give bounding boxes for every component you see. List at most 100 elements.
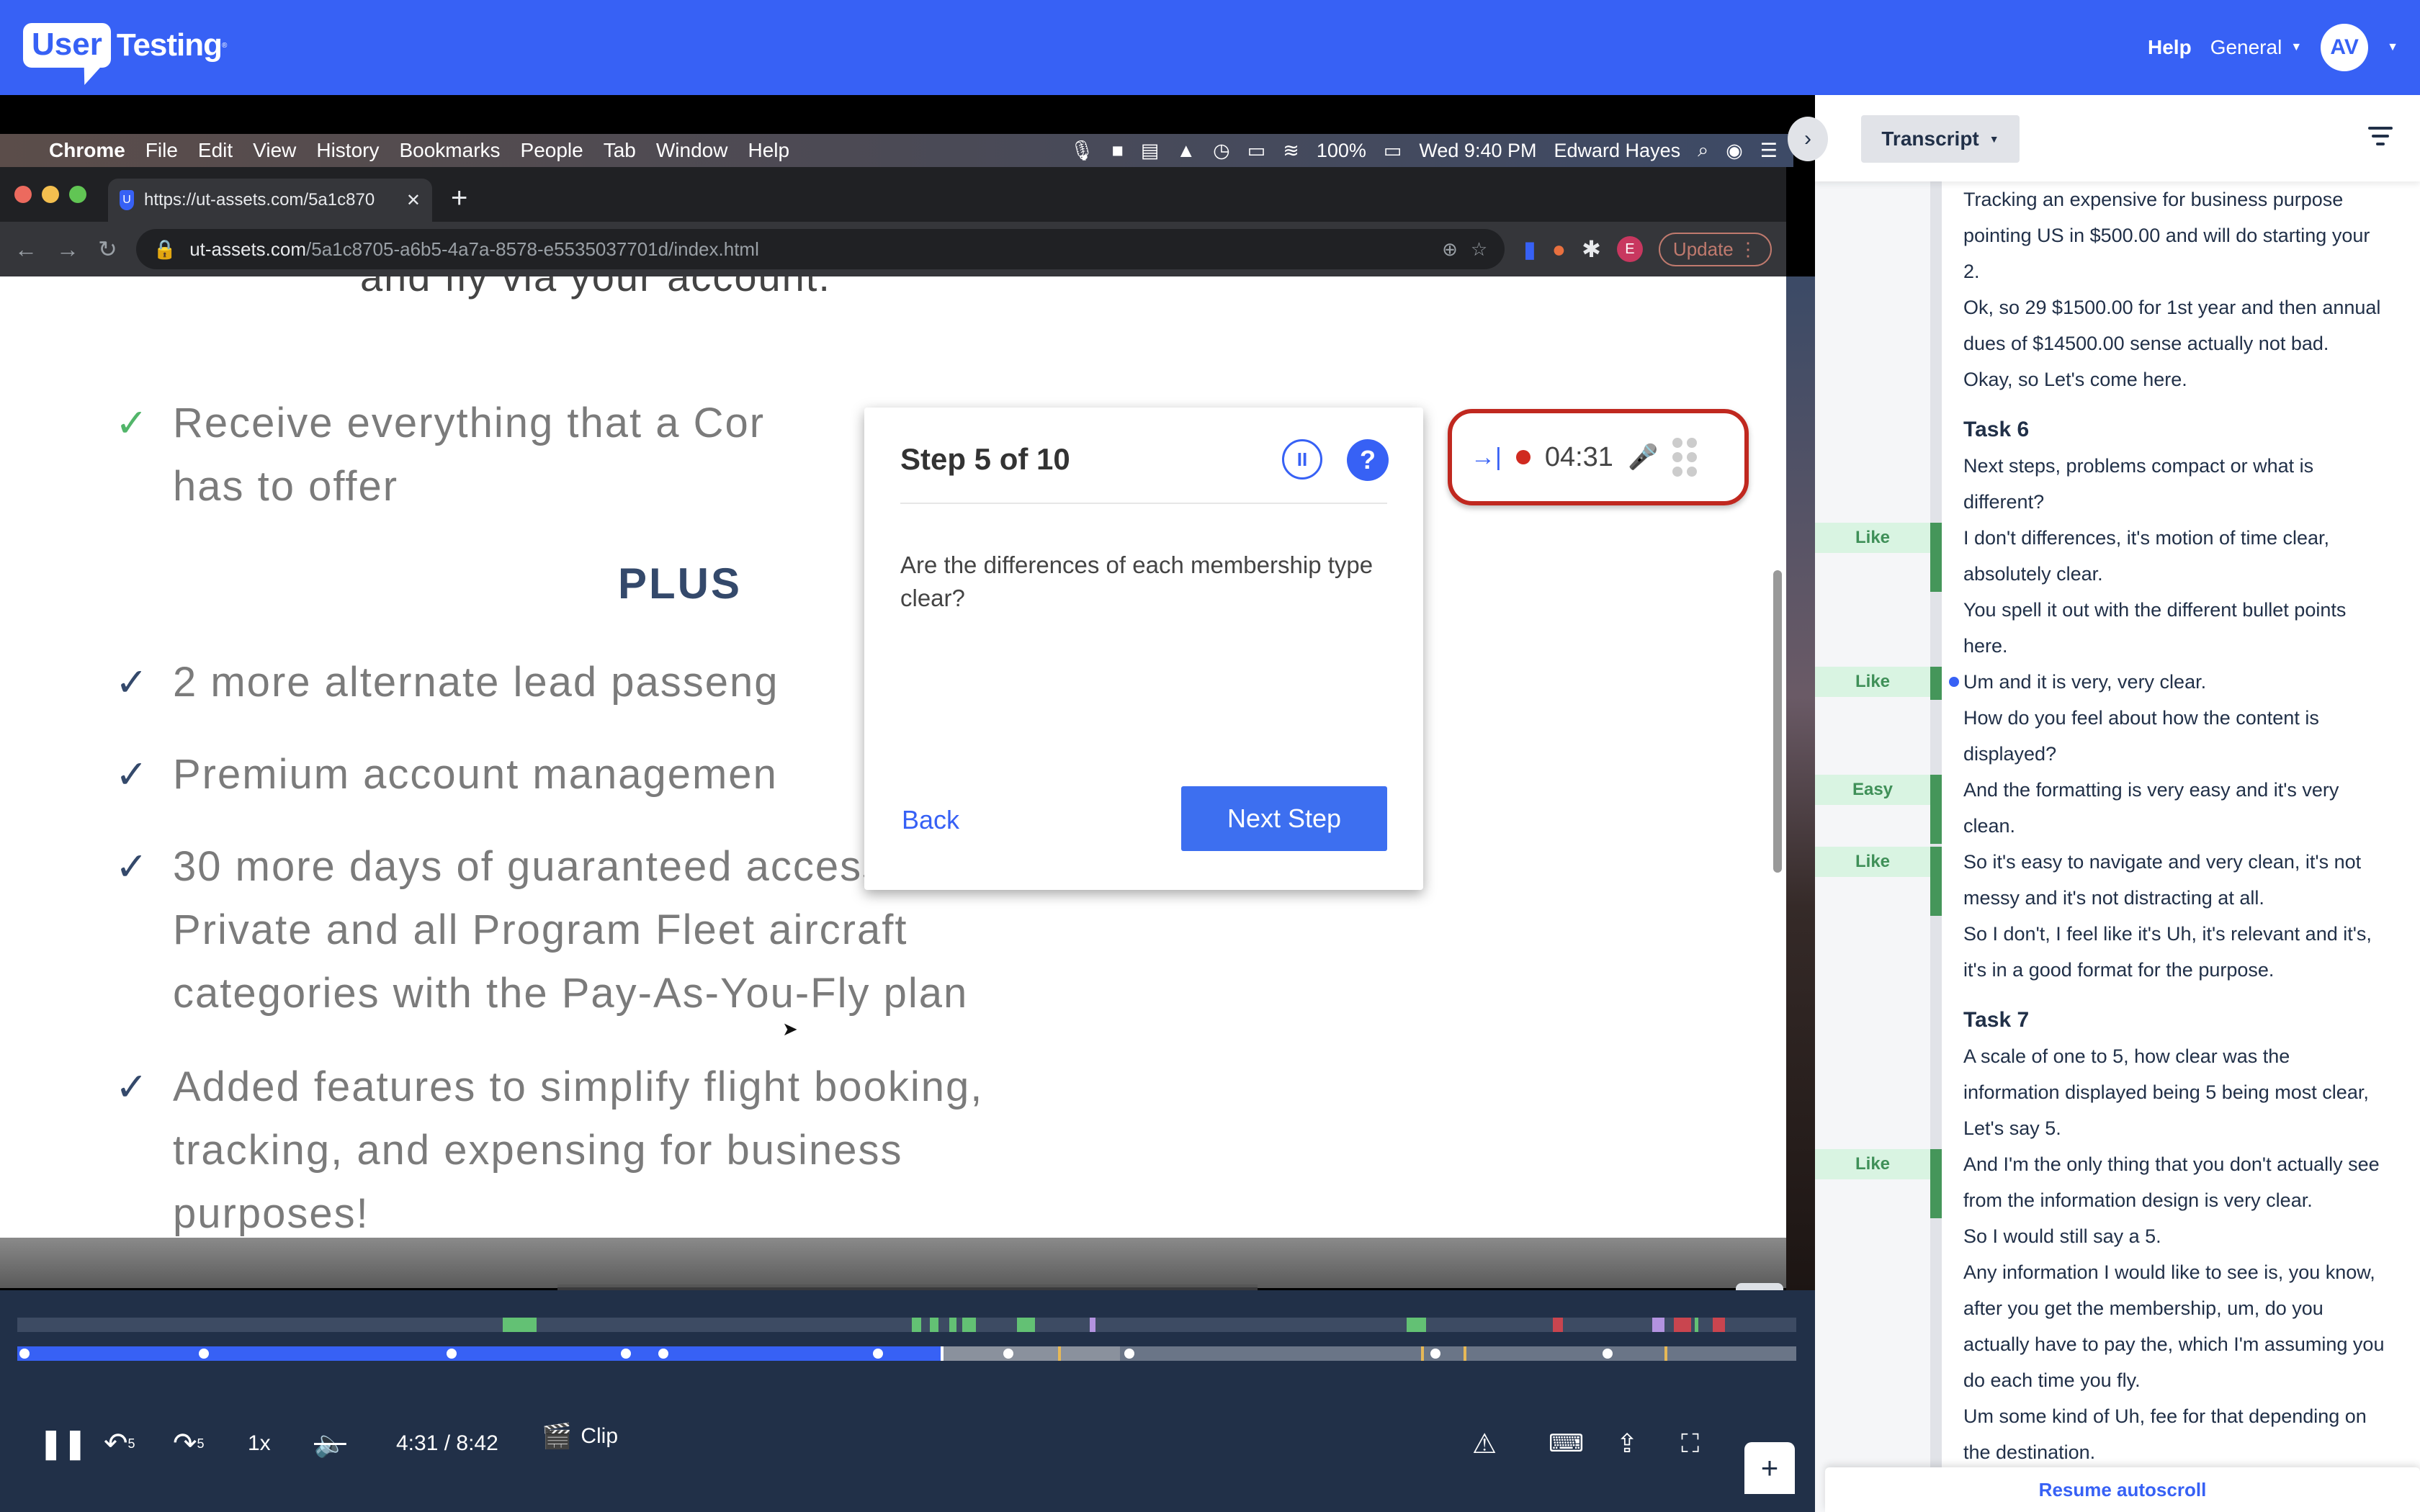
transcript-line[interactable]: messy and it's not distracting at all. xyxy=(1963,880,2264,916)
fullscreen-button[interactable]: ⛶ xyxy=(1681,1411,1699,1476)
highlight-tag[interactable]: Like xyxy=(1815,847,1930,877)
clip-button[interactable]: 🎬 Clip xyxy=(542,1404,618,1469)
collapse-panel-button[interactable]: › xyxy=(1788,117,1828,161)
mute-button[interactable]: 🔈 xyxy=(314,1411,346,1476)
task-marker[interactable] xyxy=(19,1349,30,1359)
highlight-tag[interactable]: Like xyxy=(1815,667,1930,697)
task-marker[interactable] xyxy=(620,1349,631,1359)
pause-button[interactable]: ❚❚ xyxy=(39,1411,87,1476)
transcript-line[interactable]: Next steps, problems compact or what is xyxy=(1963,448,2313,484)
transcript-dropdown[interactable]: Transcript ▼ xyxy=(1861,115,2020,163)
menu-item-tab: Tab xyxy=(603,139,636,161)
usertesting-logo[interactable]: User Testing ® xyxy=(23,23,227,68)
avatar-caret-down-icon[interactable]: ▼ xyxy=(2387,41,2398,54)
transcript-line[interactable]: absolutely clear. xyxy=(1963,556,2103,592)
transcript-line[interactable]: Tracking an expensive for business purpo… xyxy=(1963,181,2343,217)
transcript-line[interactable]: Um and it is very, very clear. xyxy=(1963,664,2206,700)
transcript-line[interactable]: from the information design is very clea… xyxy=(1963,1182,2313,1218)
transcript-line[interactable]: clean. xyxy=(1963,808,2015,844)
annotation-marker-dislike[interactable] xyxy=(1673,1318,1692,1332)
highlight-tag[interactable]: Like xyxy=(1815,523,1930,553)
transcript-line[interactable]: do each time you fly. xyxy=(1963,1362,2141,1398)
progress-scrubber[interactable] xyxy=(17,1346,1796,1361)
annotation-marker-like[interactable] xyxy=(1695,1318,1699,1332)
transcript-line[interactable]: I don't differences, it's motion of time… xyxy=(1963,520,2329,556)
annotation-marker-dislike[interactable] xyxy=(1552,1318,1564,1332)
menu-item-bookmarks: Bookmarks xyxy=(399,139,501,161)
transcript-line[interactable]: Any information I would like to see is, … xyxy=(1963,1254,2375,1290)
annotation-track[interactable] xyxy=(17,1318,1796,1332)
annotation-marker-like[interactable] xyxy=(503,1318,537,1332)
transcript-line[interactable]: So it's easy to navigate and very clean,… xyxy=(1963,844,2361,880)
resume-autoscroll-button[interactable]: Resume autoscroll xyxy=(1825,1467,2420,1512)
help-link[interactable]: Help xyxy=(2148,36,2192,59)
transcript-line[interactable]: actually have to pay the, which I'm assu… xyxy=(1963,1326,2384,1362)
forward-seconds: 5 xyxy=(197,1436,205,1451)
note-marker[interactable] xyxy=(1464,1346,1467,1361)
transcript-line[interactable]: Okay, so Let's come here. xyxy=(1963,361,2187,397)
task-marker[interactable] xyxy=(658,1349,668,1359)
annotation-marker-like[interactable] xyxy=(962,1318,977,1332)
transcript-line[interactable]: pointing US in $500.00 and will do start… xyxy=(1963,217,2370,253)
rewind-5-icon: ↶ xyxy=(104,1428,128,1459)
check-icon: ✓ xyxy=(115,1066,150,1109)
transcript-line[interactable]: here. xyxy=(1963,628,2008,664)
share-button[interactable]: ⇪ xyxy=(1616,1411,1638,1476)
logo-testing: Testing xyxy=(116,27,223,63)
transcript-line[interactable]: dues of $14500.00 sense actually not bad… xyxy=(1963,325,2329,361)
keyboard-shortcuts-button[interactable]: ⌨ xyxy=(1549,1411,1584,1476)
task-marker[interactable] xyxy=(1430,1349,1440,1359)
rewind-button[interactable]: ↶ 5 xyxy=(104,1411,135,1476)
annotation-marker-like[interactable] xyxy=(930,1318,939,1332)
transcript-line[interactable]: displayed? xyxy=(1963,736,2056,772)
filter-icon[interactable] xyxy=(2368,127,2393,150)
task-marker[interactable] xyxy=(1124,1349,1134,1359)
plus-heading: PLUS xyxy=(618,559,743,608)
playhead[interactable] xyxy=(940,1346,944,1361)
transcript-line[interactable]: You spell it out with the different bull… xyxy=(1963,592,2346,628)
workspace-dropdown[interactable]: General ▼ xyxy=(2210,36,2302,59)
annotation-marker-confusing[interactable] xyxy=(1090,1318,1095,1332)
highlight-tag[interactable]: Easy xyxy=(1815,775,1930,805)
transcript-line[interactable]: A scale of one to 5, how clear was the xyxy=(1963,1038,2290,1074)
forward-5-icon: ↷ xyxy=(173,1428,197,1459)
report-issue-button[interactable]: ⚠ xyxy=(1472,1411,1497,1476)
transcript-line[interactable]: And I'm the only thing that you don't ac… xyxy=(1963,1146,2380,1182)
played-range xyxy=(17,1346,941,1361)
transcript-line[interactable]: So I would still say a 5. xyxy=(1963,1218,2161,1254)
add-note-button[interactable]: + xyxy=(1744,1442,1795,1494)
transcript-panel: › Transcript ▼ Tracking an expensive for… xyxy=(1788,95,2420,1512)
transcript-line[interactable]: Um some kind of Uh, fee for that dependi… xyxy=(1963,1398,2367,1434)
transcript-line[interactable]: And the formatting is very easy and it's… xyxy=(1963,772,2339,808)
avatar[interactable]: AV xyxy=(2321,24,2369,71)
video-player[interactable]: Chrome File Edit View History Bookmarks … xyxy=(0,95,1815,1351)
transcript-line[interactable]: after you get the membership, um, do you xyxy=(1963,1290,2323,1326)
transcript-line[interactable]: Ok, so 29 $1500.00 for 1st year and then… xyxy=(1963,289,2380,325)
transcript-list[interactable]: Tracking an expensive for business purpo… xyxy=(1815,181,2420,1512)
note-marker[interactable] xyxy=(1057,1346,1061,1361)
task-marker[interactable] xyxy=(1603,1349,1613,1359)
annotation-marker-dislike[interactable] xyxy=(1712,1318,1726,1332)
note-marker[interactable] xyxy=(1664,1346,1668,1361)
transcript-line[interactable]: different? xyxy=(1963,484,2044,520)
annotation-marker-like[interactable] xyxy=(912,1318,921,1332)
transcript-line[interactable]: 2. xyxy=(1963,253,1980,289)
annotation-marker-like[interactable] xyxy=(1017,1318,1035,1332)
forward-button[interactable]: ↷ 5 xyxy=(173,1411,205,1476)
benefit-text: categories with the Pay-As-You-Fly plan xyxy=(173,970,969,1017)
transcript-line[interactable]: So I don't, I feel like it's Uh, it's re… xyxy=(1963,916,2372,952)
transcript-line[interactable]: the destination. xyxy=(1963,1434,2095,1470)
note-marker[interactable] xyxy=(1420,1346,1424,1361)
transcript-line[interactable]: information displayed being 5 being most… xyxy=(1963,1074,2369,1110)
task-marker[interactable] xyxy=(446,1349,457,1359)
transcript-line[interactable]: Let's say 5. xyxy=(1963,1110,2061,1146)
annotation-marker-like[interactable] xyxy=(1407,1318,1427,1332)
highlight-tag[interactable]: Like xyxy=(1815,1149,1930,1179)
playback-speed-button[interactable]: 1x xyxy=(248,1411,271,1476)
usertesting-favicon-icon: U xyxy=(120,190,134,210)
transcript-line[interactable]: it's in a good format for the purpose. xyxy=(1963,952,2274,988)
transcript-line[interactable]: How do you feel about how the content is xyxy=(1963,700,2319,736)
annotation-marker-confusing[interactable] xyxy=(1652,1318,1665,1332)
annotation-marker-like[interactable] xyxy=(949,1318,957,1332)
task-marker[interactable] xyxy=(1003,1349,1013,1359)
